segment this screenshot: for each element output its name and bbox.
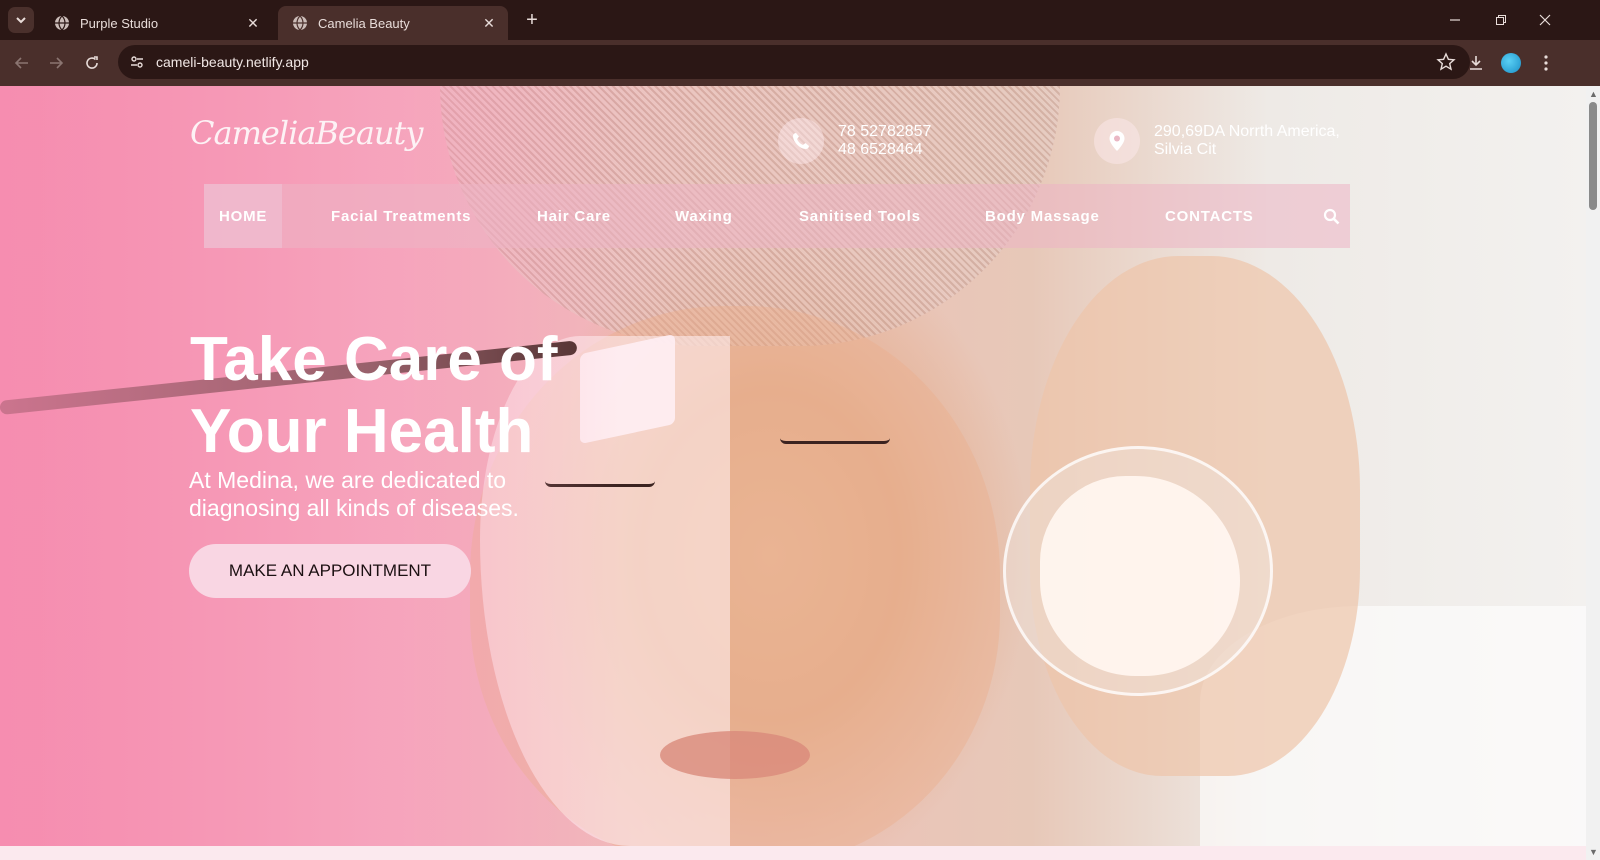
make-appointment-button[interactable]: MAKE AN APPOINTMENT (189, 544, 471, 598)
map-pin-icon (1094, 118, 1140, 164)
phone-icon (778, 118, 824, 164)
globe-icon (55, 15, 69, 31)
back-button[interactable] (8, 49, 36, 77)
restore-icon (1496, 15, 1506, 25)
tab-title: Purple Studio (80, 15, 159, 31)
downloads-button[interactable] (1462, 49, 1490, 77)
phone-number-1: 78 52782857 (838, 123, 932, 140)
browser-menu-button[interactable] (1532, 49, 1560, 77)
reload-icon (86, 56, 98, 69)
reload-button[interactable] (78, 49, 106, 77)
close-icon (1539, 14, 1551, 26)
nav-item-home[interactable]: HOME (204, 184, 283, 248)
chevron-down-icon (16, 17, 26, 24)
address-line-2: Silvia Cit (1154, 141, 1217, 158)
nav-item-sanitised-tools[interactable]: Sanitised Tools (799, 184, 921, 248)
arrow-left-icon (14, 57, 28, 69)
close-window-button[interactable] (1522, 0, 1568, 40)
forward-button[interactable] (42, 49, 70, 77)
tab-strip: Purple Studio ✕ Camelia Beauty ✕ + (0, 0, 1600, 40)
url-text[interactable]: cameli-beauty.netlify.app (156, 54, 309, 70)
new-tab-button[interactable]: + (520, 8, 544, 32)
avatar (1501, 53, 1521, 73)
bookmark-star-icon[interactable] (1436, 52, 1456, 72)
nav-item-contacts[interactable]: CONTACTS (1165, 184, 1254, 248)
tune-icon (131, 56, 143, 68)
eye (780, 438, 890, 444)
address-bar[interactable]: cameli-beauty.netlify.app (118, 45, 1470, 79)
tab-search-button[interactable] (8, 7, 34, 33)
address-contact: 290,69DA Norrth America, Silvia Cit (1094, 118, 1340, 164)
hero-subtitle-line-2: diagnosing all kinds of diseases. (189, 495, 519, 521)
minimize-icon (1450, 19, 1460, 21)
nav-item-waxing[interactable]: Waxing (675, 184, 733, 248)
site-info-button[interactable] (126, 51, 148, 73)
close-icon[interactable]: ✕ (480, 14, 498, 32)
section-divider (0, 846, 1586, 860)
minimize-button[interactable] (1432, 0, 1478, 40)
tab-purple-studio[interactable]: Purple Studio ✕ (40, 6, 272, 40)
download-icon (1470, 56, 1482, 70)
tab-camelia-beauty[interactable]: Camelia Beauty ✕ (278, 6, 508, 40)
hero-subtitle-line-1: At Medina, we are dedicated to (189, 467, 507, 493)
search-button[interactable] (1312, 184, 1350, 248)
tab-title: Camelia Beauty (318, 15, 410, 31)
nav-item-body-massage[interactable]: Body Massage (985, 184, 1100, 248)
main-nav: HOME Facial Treatments Hair Care Waxing … (204, 184, 1350, 248)
hero-subtitle: At Medina, we are dedicated to diagnosin… (189, 466, 609, 522)
page-scrollbar[interactable]: ▲ ▼ (1586, 86, 1600, 860)
globe-icon (293, 15, 307, 31)
search-icon (1323, 208, 1339, 224)
lips (660, 731, 810, 779)
site-logo[interactable]: CameliaBeauty (190, 114, 423, 152)
scrollbar-thumb[interactable] (1589, 102, 1597, 210)
close-icon[interactable]: ✕ (244, 14, 262, 32)
browser-toolbar: cameli-beauty.netlify.app (0, 40, 1600, 86)
hero-title-line-2: Your Health (190, 397, 534, 466)
hero-title-line-1: Take Care of (190, 325, 558, 394)
phone-number-2: 48 6528464 (838, 141, 923, 158)
profile-button[interactable] (1497, 49, 1525, 77)
hero-title: Take Care of Your Health (190, 324, 750, 468)
address-line-1: 290,69DA Norrth America, (1154, 123, 1340, 140)
nav-item-hair-care[interactable]: Hair Care (537, 184, 611, 248)
more-vertical-icon (1544, 55, 1548, 71)
page-viewport: CameliaBeauty 78 52782857 48 6528464 290… (0, 86, 1586, 860)
scroll-up-arrow-icon[interactable]: ▲ (1589, 90, 1598, 99)
scroll-down-arrow-icon[interactable]: ▼ (1589, 848, 1598, 857)
nav-item-facial-treatments[interactable]: Facial Treatments (331, 184, 471, 248)
arrow-right-icon (50, 57, 64, 69)
restore-button[interactable] (1478, 0, 1524, 40)
phone-contact: 78 52782857 48 6528464 (778, 118, 931, 164)
